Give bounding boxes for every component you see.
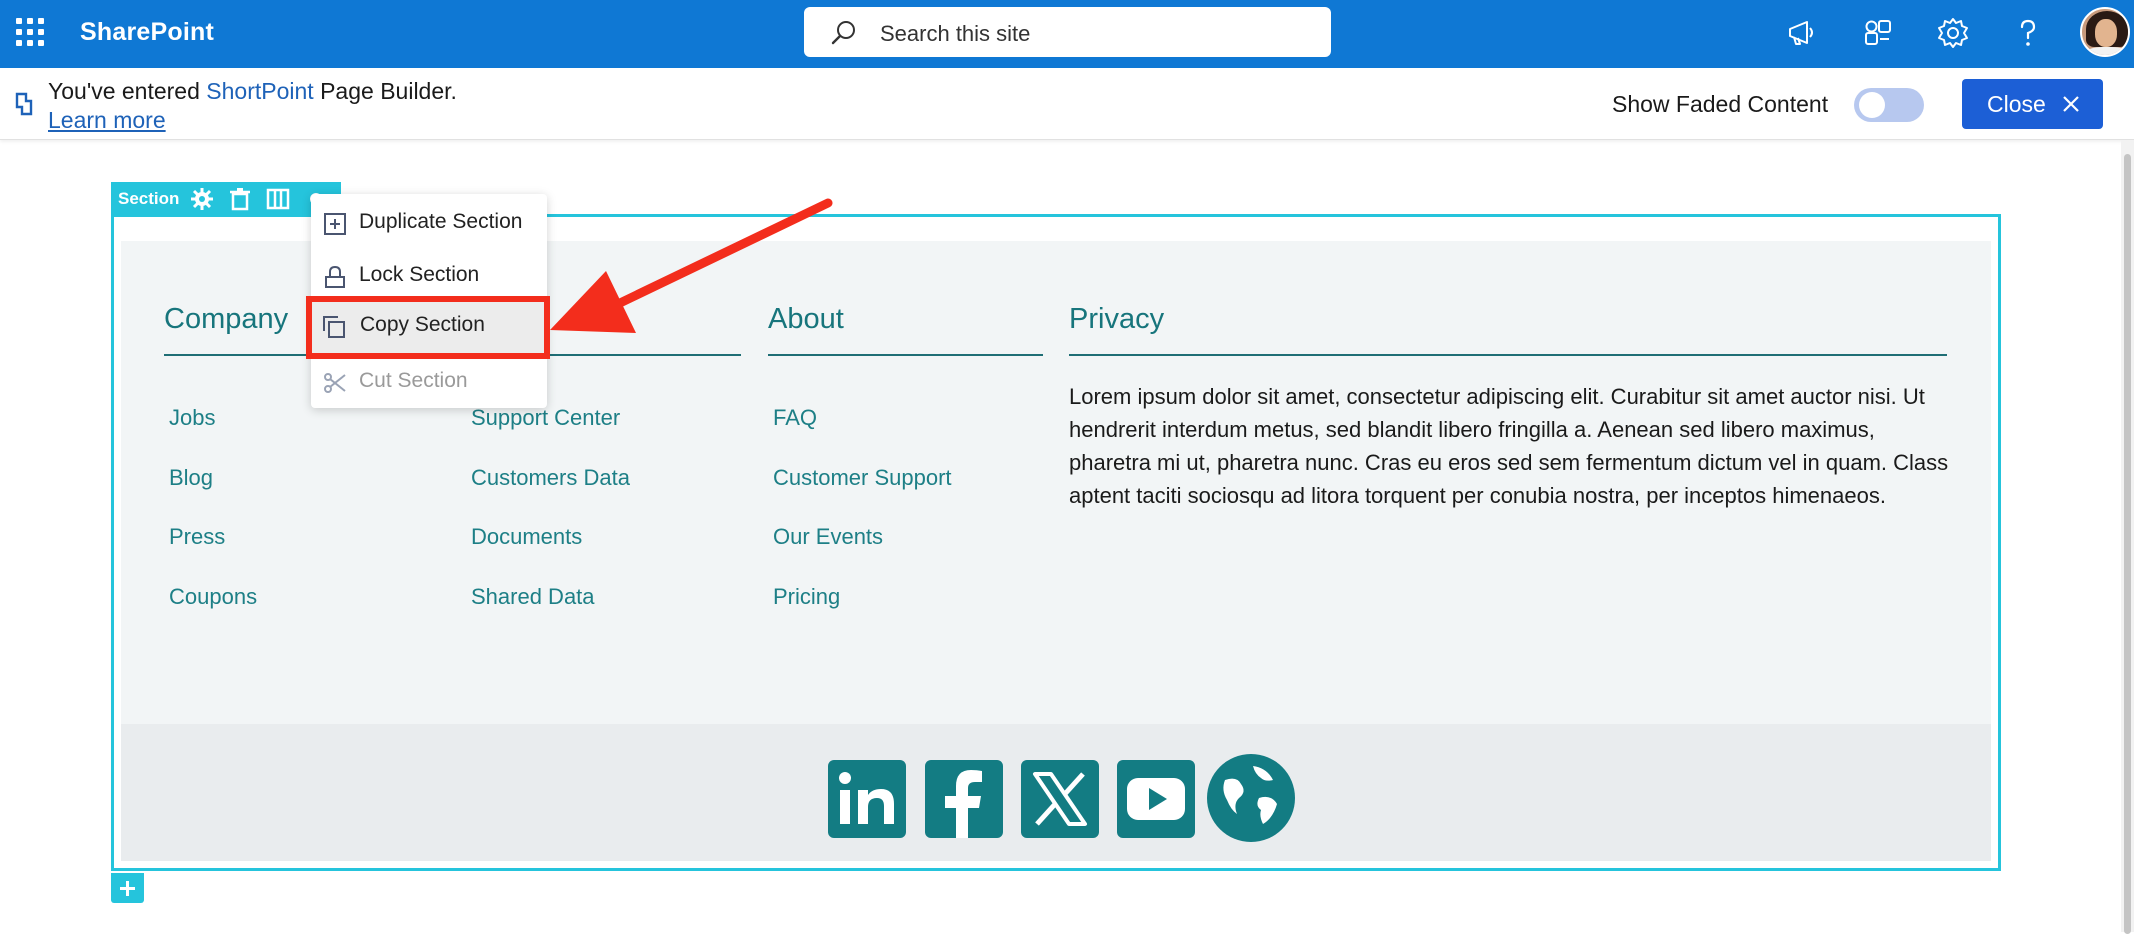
- builder-notice: You've entered ShortPoint Page Builder.: [48, 78, 457, 104]
- vertical-scrollbar[interactable]: [2121, 140, 2134, 934]
- footer-link[interactable]: Press: [169, 524, 225, 550]
- scissors-icon: [324, 373, 346, 393]
- plus-icon: [120, 881, 135, 896]
- suite-header: SharePoint Search this site: [0, 0, 2134, 68]
- footer-link[interactable]: Jobs: [169, 405, 215, 431]
- menu-item-lock-section[interactable]: Lock Section: [311, 250, 547, 302]
- menu-item-cut-section[interactable]: Cut Section: [311, 356, 547, 408]
- app-launcher-icon[interactable]: [16, 18, 44, 46]
- site-brand[interactable]: SharePoint: [80, 18, 214, 47]
- lock-icon: [325, 265, 345, 288]
- globe-icon[interactable]: [1207, 754, 1295, 842]
- trash-icon[interactable]: [228, 187, 252, 211]
- menu-item-duplicate-section[interactable]: Duplicate Section: [311, 197, 547, 249]
- add-section-button[interactable]: [111, 873, 144, 903]
- facebook-icon[interactable]: [925, 760, 1003, 838]
- apps-icon[interactable]: [1861, 16, 1895, 50]
- search-icon: [831, 21, 855, 45]
- footer-link[interactable]: Shared Data: [471, 584, 595, 610]
- search-box[interactable]: Search this site: [804, 7, 1331, 57]
- footer-link[interactable]: Support Center: [471, 405, 620, 431]
- footer-link[interactable]: Coupons: [169, 584, 257, 610]
- footer-link[interactable]: Pricing: [773, 584, 840, 610]
- search-placeholder: Search this site: [880, 21, 1031, 46]
- avatar[interactable]: [2080, 7, 2130, 57]
- x-icon[interactable]: [1021, 760, 1099, 838]
- megaphone-icon[interactable]: [1785, 16, 1819, 50]
- shortpoint-logo-icon: [15, 92, 33, 116]
- footer-link[interactable]: Customers Data: [471, 465, 630, 491]
- footer-link[interactable]: Documents: [471, 524, 582, 550]
- builder-notification-bar: You've entered ShortPoint Page Builder. …: [0, 68, 2134, 140]
- footer-link[interactable]: Blog: [169, 465, 213, 491]
- linkedin-icon[interactable]: [828, 760, 906, 838]
- help-icon[interactable]: [2011, 16, 2045, 50]
- columns-icon[interactable]: [266, 187, 290, 211]
- annotation-highlight-box: [306, 296, 550, 359]
- footer-link[interactable]: Our Events: [773, 524, 883, 550]
- footer-link[interactable]: Customer Support: [773, 465, 952, 491]
- privacy-text: Lorem ipsum dolor sit amet, consectetur …: [1069, 384, 1949, 508]
- close-icon: [2063, 96, 2079, 112]
- show-faded-content-label: Show Faded Content: [1612, 91, 1829, 117]
- section-toolbar: Section: [111, 182, 341, 216]
- duplicate-icon: [324, 213, 346, 235]
- divider: [1069, 354, 1947, 356]
- footer-link[interactable]: FAQ: [773, 405, 817, 431]
- section-label: Section: [118, 189, 180, 208]
- column-title-privacy: Privacy: [1069, 303, 1165, 335]
- show-faded-content-toggle[interactable]: [1854, 88, 1924, 122]
- close-builder-button[interactable]: Close: [1962, 79, 2103, 129]
- gear-icon[interactable]: [1936, 16, 1970, 50]
- settings-icon[interactable]: [190, 187, 214, 211]
- divider: [768, 354, 1043, 356]
- learn-more-link[interactable]: Learn more: [48, 107, 166, 134]
- annotation-arrow-icon: [550, 198, 833, 333]
- youtube-icon[interactable]: [1117, 760, 1195, 838]
- column-title-company: Company: [164, 303, 289, 335]
